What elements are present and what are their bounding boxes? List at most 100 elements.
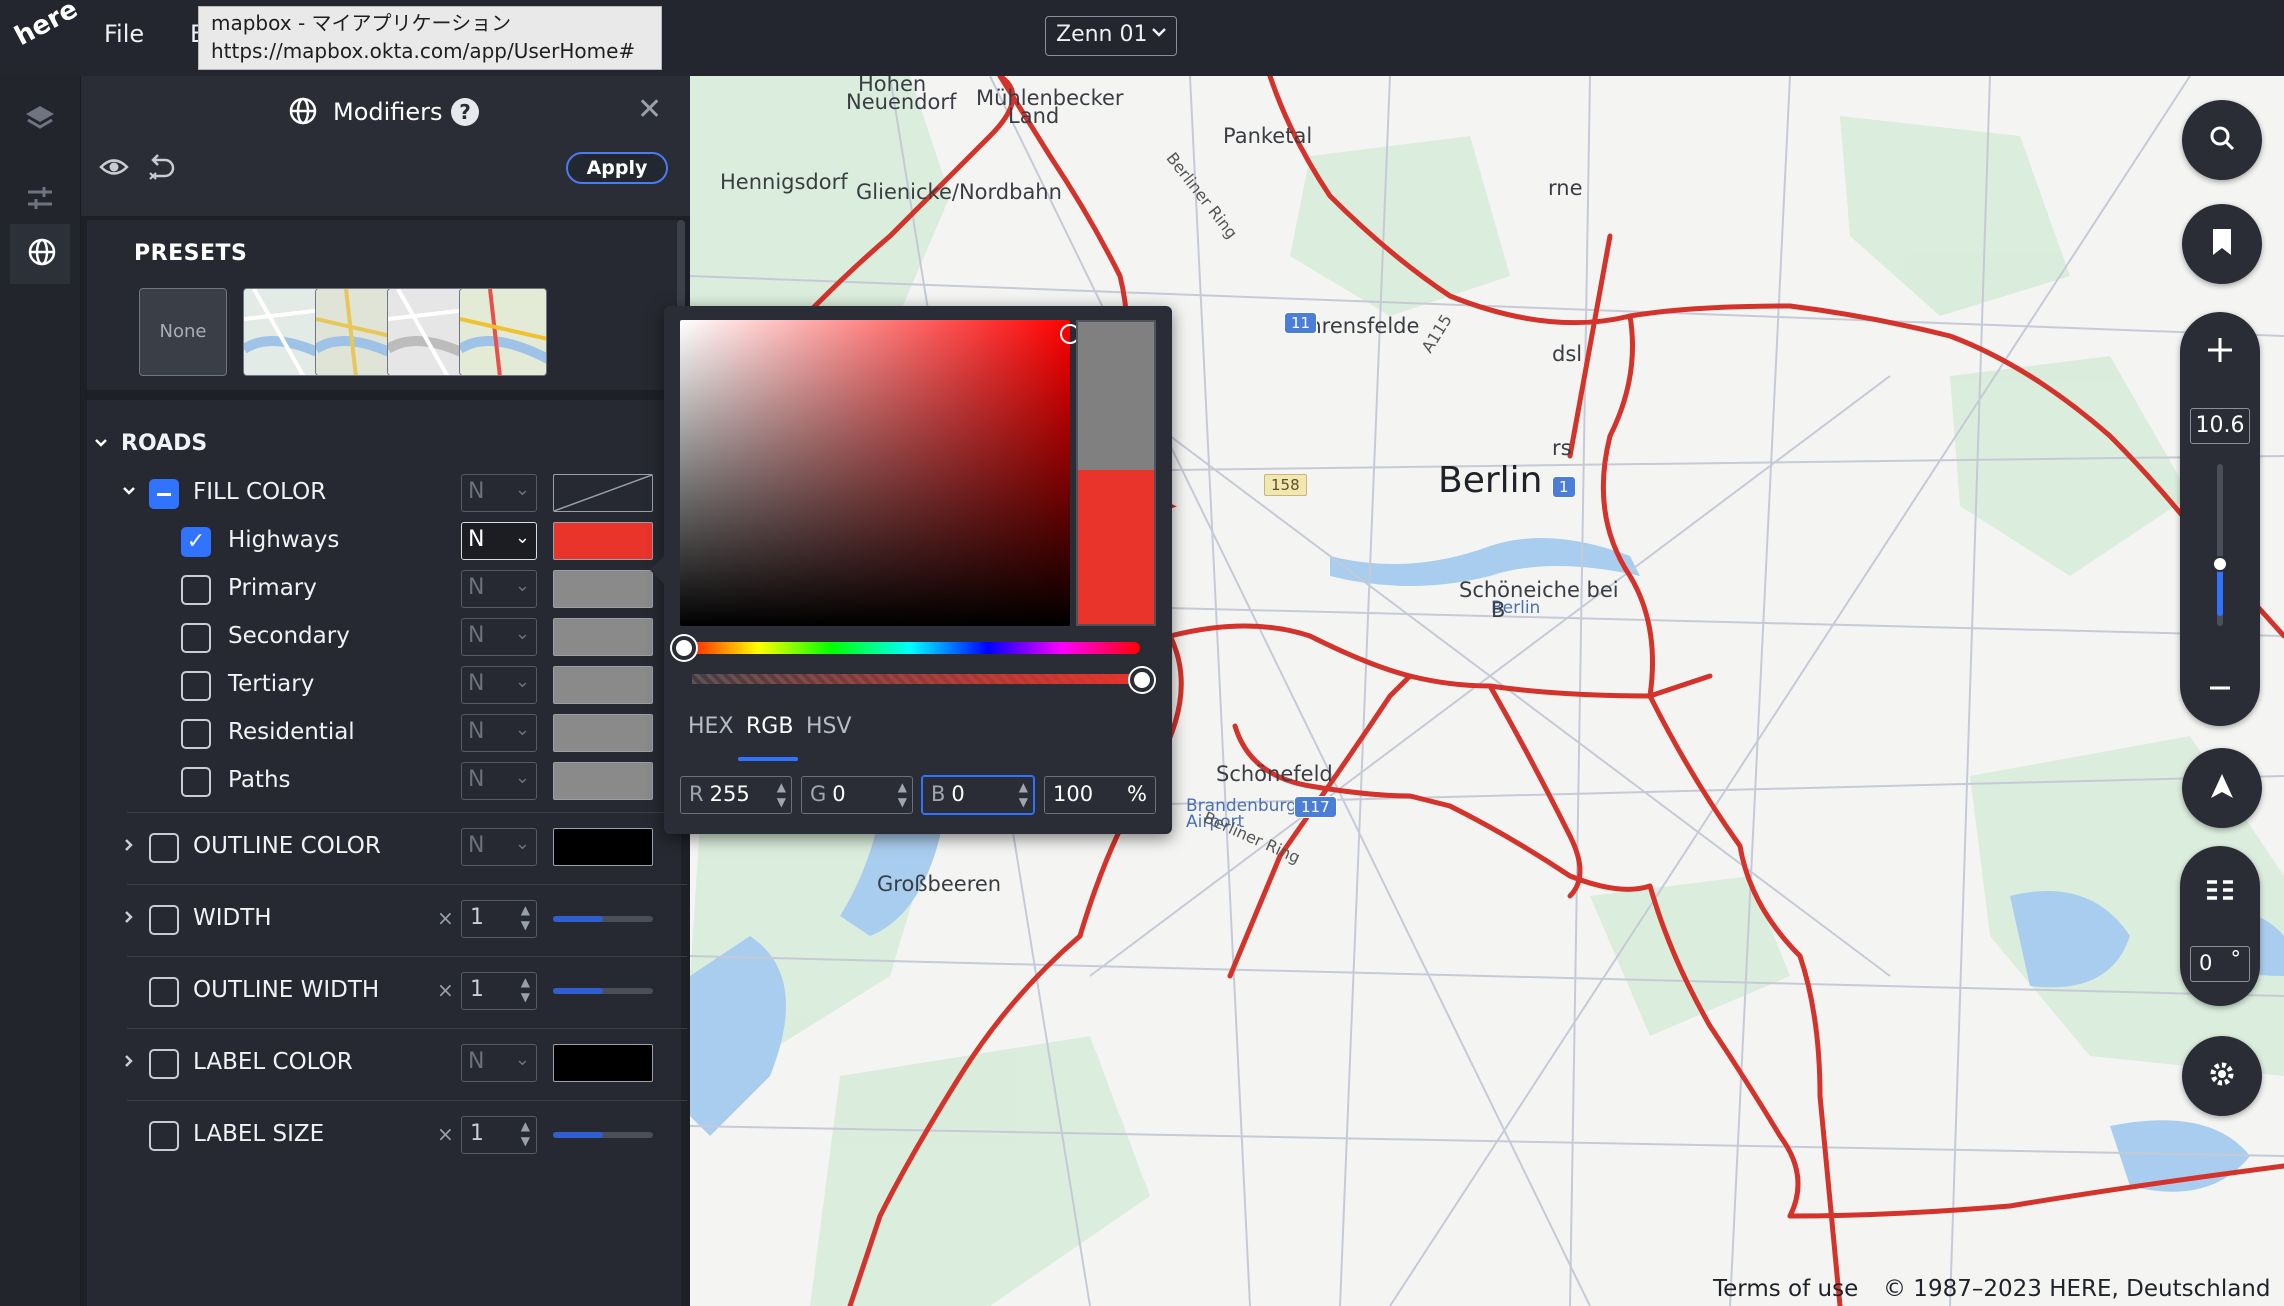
fill-color-item-swatch[interactable] (553, 618, 653, 656)
apply-button[interactable]: Apply (566, 152, 668, 184)
zoom-level-input[interactable]: 10.6 (2190, 408, 2250, 444)
tab-hsv[interactable]: HSV (806, 714, 852, 739)
fill-color-item-mode-select[interactable]: N ⌄ (461, 570, 537, 608)
eye-icon[interactable] (99, 156, 129, 182)
width-slider[interactable] (553, 916, 653, 922)
zoom-in-button[interactable] (2204, 334, 2236, 370)
help-icon[interactable]: ? (451, 98, 479, 126)
divider (127, 884, 687, 885)
fill-color-item-swatch[interactable] (553, 666, 653, 704)
fill-color-item-mode-select[interactable]: N ⌄ (461, 714, 537, 752)
color-picker-popover: HEX RGB HSV R 255 ▲ ▼ G0 ▲ ▼ B0 ▲ ▼ 100 % (650, 306, 1172, 834)
label-color-checkbox[interactable] (149, 1049, 179, 1079)
fill-color-item-mode-select[interactable]: N ⌄ (461, 522, 537, 560)
fill-color-checkbox[interactable] (149, 479, 179, 509)
adjust-button[interactable] (10, 170, 70, 230)
fill-color-item-swatch[interactable] (553, 570, 653, 608)
menu-file[interactable]: File (104, 20, 144, 48)
map-place-label: rs (1552, 436, 1572, 460)
grid-button[interactable] (2204, 874, 2236, 910)
chevron-right-icon[interactable] (121, 906, 137, 930)
outline-color-checkbox[interactable] (149, 833, 179, 863)
width-checkbox[interactable] (149, 905, 179, 935)
panel-title: Modifiers (333, 98, 443, 126)
label-color-swatch[interactable] (553, 1044, 653, 1082)
blue-input[interactable]: B0 ▲ ▼ (922, 776, 1034, 814)
alpha-slider-thumb[interactable] (1130, 668, 1154, 692)
rotation-input[interactable]: 0 ° (2190, 946, 2250, 982)
fill-color-item-checkbox[interactable] (181, 767, 211, 797)
terms-of-use-link[interactable]: Terms of use (1713, 1276, 1858, 1302)
fill-color-item-checkbox[interactable]: ✓ (181, 527, 211, 557)
close-icon[interactable]: ✕ (637, 92, 662, 127)
percent-unit: % (1127, 782, 1147, 806)
stepper-arrows-icon: ▲ ▼ (897, 780, 907, 809)
zoom-out-button[interactable] (2204, 672, 2236, 708)
road-shield: 1 (1552, 476, 1576, 498)
compass-button[interactable] (2182, 748, 2262, 828)
fill-color-item-swatch[interactable] (553, 714, 653, 752)
outline-color-mode-select[interactable]: N ⌄ (461, 828, 537, 866)
tab-rgb[interactable]: RGB (746, 714, 793, 739)
width-stepper[interactable]: 1 ▲ ▼ (461, 900, 537, 938)
fill-color-item-mode-select[interactable]: N ⌄ (461, 618, 537, 656)
fill-color-item-checkbox[interactable] (181, 623, 211, 653)
preset-thumbnail[interactable] (459, 288, 547, 376)
fill-color-item-swatch[interactable] (553, 762, 653, 800)
chevron-down-icon (93, 432, 109, 456)
layers-button[interactable] (10, 90, 70, 150)
label-size-slider[interactable] (553, 1132, 653, 1138)
outline-width-checkbox[interactable] (149, 977, 179, 1007)
tooltip-url: https://mapbox.okta.com/app/UserHome# (211, 39, 636, 63)
roads-header[interactable]: ROADS (87, 422, 681, 470)
chevron-down-icon[interactable] (121, 480, 137, 504)
alpha-input[interactable]: 100 % (1044, 776, 1156, 814)
fill-color-item-checkbox[interactable] (181, 671, 211, 701)
map-place-label: Land (1008, 104, 1060, 128)
fill-color-item-checkbox[interactable] (181, 719, 211, 749)
label-size-stepper[interactable]: 1 ▲ ▼ (461, 1116, 537, 1154)
alpha-slider[interactable] (692, 674, 1142, 684)
fill-color-mode-select[interactable]: N ⌄ (461, 474, 537, 512)
label-color-mode-select[interactable]: N ⌄ (461, 1044, 537, 1082)
outline-width-slider[interactable] (553, 988, 653, 994)
label-size-checkbox[interactable] (149, 1121, 179, 1151)
outline-width-label: OUTLINE WIDTH (193, 977, 380, 1003)
zoom-slider-thumb[interactable] (2212, 556, 2228, 572)
project-select[interactable]: Zenn 01 (1045, 16, 1177, 56)
hue-slider[interactable] (680, 642, 1140, 654)
zoom-slider[interactable] (2212, 464, 2228, 626)
fill-color-item-swatch[interactable] (553, 522, 653, 560)
stepper-arrows-icon: ▲ ▼ (520, 1119, 530, 1148)
fill-color-item-checkbox[interactable] (181, 575, 211, 605)
gear-icon (2206, 1058, 2238, 1094)
search-icon (2207, 123, 2237, 157)
settings-button[interactable] (2182, 1036, 2262, 1116)
search-button[interactable] (2182, 100, 2262, 180)
presets-section: PRESETS None (87, 220, 685, 390)
label-color-label: LABEL COLOR (193, 1049, 353, 1075)
bookmark-button[interactable] (2182, 204, 2262, 284)
saturation-value-area[interactable] (680, 320, 1080, 626)
hue-slider-thumb[interactable] (672, 636, 696, 660)
fill-color-item-residential: Residential N ⌄ (87, 710, 681, 758)
chevron-right-icon[interactable] (121, 1050, 137, 1074)
fill-color-item-mode-select[interactable]: N ⌄ (461, 666, 537, 704)
modifiers-button[interactable] (10, 224, 70, 284)
copyright-text: © 1987–2023 HERE, Deutschland (1883, 1276, 2271, 1302)
tab-hex[interactable]: HEX (688, 714, 734, 739)
reset-icon[interactable] (147, 154, 177, 186)
red-input[interactable]: R 255 ▲ ▼ (680, 776, 792, 814)
label-size-label: LABEL SIZE (193, 1121, 325, 1147)
chevron-right-icon[interactable] (121, 834, 137, 858)
bookmark-icon (2209, 227, 2235, 261)
outline-width-stepper[interactable]: 1 ▲ ▼ (461, 972, 537, 1010)
fill-color-item-secondary: Secondary N ⌄ (87, 614, 681, 662)
fill-color-item-mode-select[interactable]: N ⌄ (461, 762, 537, 800)
fill-color-swatch-empty[interactable] (553, 474, 653, 512)
preset-none[interactable]: None (139, 288, 227, 376)
green-input[interactable]: G0 ▲ ▼ (801, 776, 913, 814)
outline-color-swatch[interactable] (553, 828, 653, 866)
plus-icon (2204, 338, 2236, 370)
fill-color-item-label: Primary (228, 575, 317, 601)
